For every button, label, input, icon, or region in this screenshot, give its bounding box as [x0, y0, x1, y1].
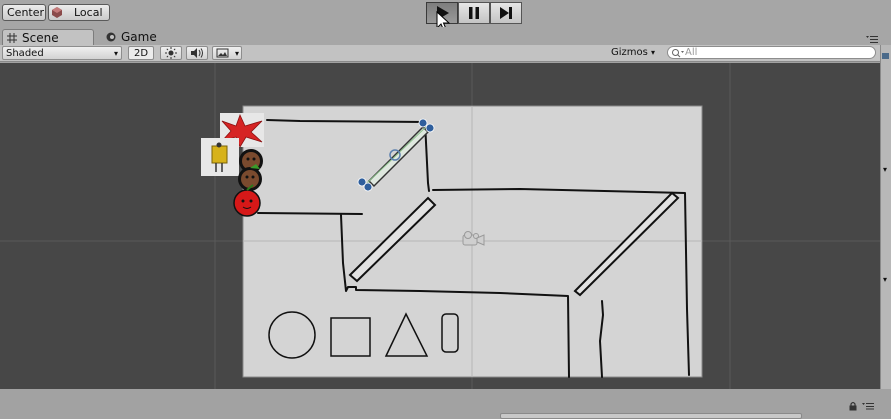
- shading-mode-dropdown[interactable]: Shaded ▾: [2, 46, 122, 60]
- search-icon: [672, 49, 684, 58]
- pivot-toggle-label: Center: [7, 6, 45, 19]
- step-button[interactable]: [490, 2, 522, 24]
- step-icon: [500, 7, 512, 19]
- scene-toolbar: Shaded ▾ 2D ▾ Gizmos ▾ All: [0, 45, 880, 62]
- audio-toggle[interactable]: [186, 46, 208, 60]
- space-toggle-button[interactable]: Local: [48, 4, 110, 21]
- mode-2d-toggle[interactable]: 2D: [128, 46, 154, 60]
- menu-icon[interactable]: [866, 35, 878, 44]
- tab-scene-label: Scene: [22, 31, 59, 45]
- scene-viewport[interactable]: [0, 63, 880, 389]
- tab-game[interactable]: Game: [104, 29, 164, 46]
- pivot-toggle-button[interactable]: Center: [2, 4, 46, 21]
- tab-scene[interactable]: Scene: [2, 29, 94, 46]
- console-search-field[interactable]: [500, 413, 802, 419]
- endpoint-handle-icon: [363, 182, 373, 192]
- lighting-toggle[interactable]: [160, 46, 182, 60]
- bottom-panel-strip: [0, 389, 891, 419]
- game-controller-icon: [106, 32, 116, 42]
- vertical-scrollbar[interactable]: ▾ ▾: [880, 45, 891, 389]
- chevron-down-icon: ▾: [234, 49, 239, 58]
- menu-icon[interactable]: [862, 402, 874, 410]
- tab-game-label: Game: [121, 30, 157, 44]
- grid-icon: [7, 33, 17, 43]
- chevron-down-icon: ▾: [113, 49, 118, 58]
- shading-mode-value: Shaded: [6, 48, 44, 59]
- image-icon: [216, 48, 229, 58]
- audio-icon: [191, 48, 203, 58]
- light-icon: [165, 47, 177, 59]
- pause-button[interactable]: [458, 2, 490, 24]
- chevron-down-icon: ▾: [883, 165, 888, 174]
- search-field[interactable]: All: [667, 46, 876, 59]
- chevron-down-icon: ▾: [883, 275, 888, 284]
- main-toolbar: Center Local: [0, 0, 891, 32]
- mode-2d-label: 2D: [133, 48, 149, 59]
- left-ledge: [257, 212, 363, 215]
- character-sprite[interactable]: [201, 138, 239, 176]
- endpoint-handle-icon: [425, 123, 435, 133]
- editor-tab-bar: Scene Game: [0, 27, 891, 46]
- gizmos-dropdown[interactable]: Gizmos ▾: [608, 46, 662, 60]
- gizmos-label: Gizmos: [611, 47, 648, 58]
- scene-canvas[interactable]: [0, 63, 880, 389]
- space-toggle-label: Local: [74, 6, 103, 19]
- effects-dropdown[interactable]: ▾: [212, 46, 242, 60]
- scroll-thumb[interactable]: [882, 53, 889, 59]
- lock-icon[interactable]: [848, 401, 858, 411]
- unity-cube-icon: [52, 7, 62, 18]
- search-placeholder: All: [685, 47, 698, 58]
- endpoint-handle-icon: [418, 118, 428, 128]
- chevron-down-icon: ▾: [651, 48, 656, 57]
- pause-icon: [469, 7, 479, 19]
